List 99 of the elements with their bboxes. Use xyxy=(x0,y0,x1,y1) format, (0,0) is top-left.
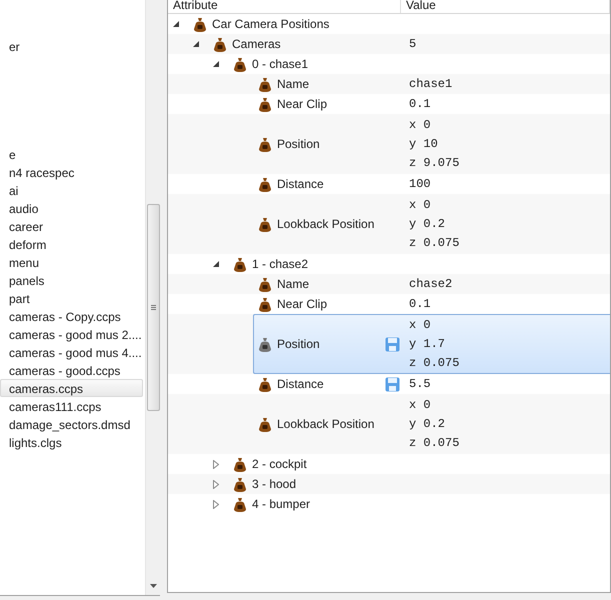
attribute-label: 3 - hood xyxy=(252,477,298,491)
money-bag-icon xyxy=(258,336,272,352)
expanded-triangle-icon[interactable] xyxy=(193,41,199,47)
attribute-label: Distance xyxy=(277,177,325,191)
tree-row[interactable]: Name chase2 xyxy=(168,274,610,294)
vector-component-value: y 0.2 xyxy=(409,416,446,432)
attribute-value: chase1 xyxy=(409,77,452,91)
tree-item[interactable]: Position x 0 y 1.7 z 0.075 xyxy=(253,314,610,374)
money-bag-icon xyxy=(258,416,272,432)
tree-row[interactable]: Position x 0 y 10 z 9.075 xyxy=(168,114,610,174)
tree-item[interactable]: Distance 5.5 xyxy=(253,374,610,394)
file-item[interactable]: cameras111.ccps xyxy=(0,397,143,415)
attribute-value: chase2 xyxy=(409,277,452,291)
money-bag-icon xyxy=(258,76,272,92)
attribute-label: 4 - bumper xyxy=(252,497,312,511)
attribute-label: Cameras xyxy=(232,37,282,51)
attribute-label: Position xyxy=(277,337,321,351)
money-bag-icon xyxy=(233,56,247,72)
file-item[interactable]: cameras - good.ccps xyxy=(0,361,143,379)
column-header[interactable]: Value xyxy=(401,0,610,13)
money-bag-icon xyxy=(233,496,247,512)
collapsed-triangle-icon[interactable] xyxy=(213,500,219,508)
attribute-value: 0.1 xyxy=(409,297,431,311)
file-item[interactable]: menu xyxy=(0,253,143,271)
file-item[interactable]: ai xyxy=(0,181,143,199)
tree-item[interactable]: Near Clip 0.1 xyxy=(253,294,610,314)
file-item[interactable]: part xyxy=(0,289,143,307)
tree-item[interactable]: Distance 100 xyxy=(253,174,610,194)
collapsed-triangle-icon[interactable] xyxy=(213,480,219,488)
vertical-scrollbar[interactable] xyxy=(145,0,160,595)
vector-component-value: y 10 xyxy=(409,136,439,152)
attribute-label: Distance xyxy=(277,377,325,391)
attribute-label: Near Clip xyxy=(277,297,328,311)
attribute-value: 5 xyxy=(409,37,416,51)
tree-row[interactable]: Lookback Position x 0 y 0.2 z 0.075 xyxy=(168,194,610,254)
tree-item[interactable]: Lookback Position x 0 y 0.2 z 0.075 xyxy=(253,194,610,254)
file-item[interactable]: er xyxy=(0,37,143,55)
money-bag-icon xyxy=(258,176,272,192)
tree-item[interactable]: Name chase2 xyxy=(253,274,610,294)
attribute-value: 0.1 xyxy=(409,97,431,111)
money-bag-icon xyxy=(213,36,227,52)
vector-component-value: x 0 xyxy=(409,196,432,214)
money-bag-icon xyxy=(233,476,247,492)
file-item[interactable]: e xyxy=(0,145,143,163)
scrollbar-thumb[interactable] xyxy=(146,204,160,411)
money-bag-icon xyxy=(193,16,207,32)
file-item[interactable]: n4 racespec xyxy=(0,163,143,181)
attribute-label: 2 - cockpit xyxy=(252,457,308,471)
vector-component-value: x 0 xyxy=(409,316,432,334)
money-bag-icon xyxy=(233,456,247,472)
money-bag-icon xyxy=(258,96,272,112)
vector-component-value: y 1.7 xyxy=(409,336,446,352)
expanded-triangle-icon[interactable] xyxy=(213,61,219,67)
file-item[interactable]: deform xyxy=(0,235,143,253)
attribute-label: Lookback Position xyxy=(277,417,376,431)
money-bag-icon xyxy=(258,376,272,392)
vector-component-value: x 0 xyxy=(409,396,432,414)
attribute-label: 0 - chase1 xyxy=(252,57,310,71)
file-item[interactable]: cameras - good mus 2.... xyxy=(0,325,143,343)
money-bag-icon xyxy=(258,296,272,312)
money-bag-icon xyxy=(258,136,272,152)
vector-component-value: z 0.075 xyxy=(409,434,460,452)
tree-item[interactable]: Name chase1 xyxy=(253,74,610,94)
file-item[interactable]: audio xyxy=(0,199,143,217)
tree-row[interactable]: Lookback Position x 0 y 0.2 z 0.075 xyxy=(168,394,610,454)
vector-component-value: y 0.2 xyxy=(409,216,446,232)
attribute-label: Name xyxy=(277,277,310,291)
file-item[interactable]: damage_sectors.dmsd xyxy=(0,415,143,433)
money-bag-icon xyxy=(233,256,247,272)
file-item[interactable]: cameras.ccps xyxy=(0,379,143,397)
scroll-down-arrow-icon[interactable] xyxy=(150,584,156,588)
money-bag-icon xyxy=(258,276,272,292)
tree-row[interactable]: Name chase1 xyxy=(168,74,610,94)
tree-item[interactable]: Position x 0 y 10 z 9.075 xyxy=(253,114,610,174)
collapsed-triangle-icon[interactable] xyxy=(213,460,219,468)
file-item[interactable]: career xyxy=(0,217,143,235)
attribute-label: Car Camera Positions xyxy=(212,17,330,31)
column-header[interactable]: Attribute xyxy=(168,0,401,13)
attribute-label: Name xyxy=(277,77,310,91)
expanded-triangle-icon[interactable] xyxy=(213,261,219,267)
vector-component-value: z 9.075 xyxy=(409,154,460,172)
vector-component-value: x 0 xyxy=(409,116,432,134)
file-item[interactable]: lights.clgs xyxy=(0,433,143,451)
tree-row[interactable]: Position x 0 y 1.7 z 0.075 xyxy=(168,314,610,374)
vector-component-value: z 0.075 xyxy=(409,234,460,252)
tree-item[interactable]: Lookback Position x 0 y 0.2 z 0.075 xyxy=(253,394,610,454)
attribute-label: Near Clip xyxy=(277,97,328,111)
attribute-label: 1 - chase2 xyxy=(252,257,310,271)
attribute-value: 100 xyxy=(409,177,431,191)
money-bag-icon xyxy=(258,216,272,232)
attribute-label: Position xyxy=(277,137,321,151)
expanded-triangle-icon[interactable] xyxy=(173,21,179,27)
tree-item[interactable]: Near Clip 0.1 xyxy=(253,94,610,114)
file-item[interactable]: cameras - Copy.ccps xyxy=(0,307,143,325)
file-item[interactable]: panels xyxy=(0,271,143,289)
attribute-label: Lookback Position xyxy=(277,217,376,231)
vector-component-value: z 0.075 xyxy=(409,354,460,372)
attribute-value: 5.5 xyxy=(409,377,431,391)
file-item[interactable]: cameras - good mus 4.... xyxy=(0,343,143,361)
